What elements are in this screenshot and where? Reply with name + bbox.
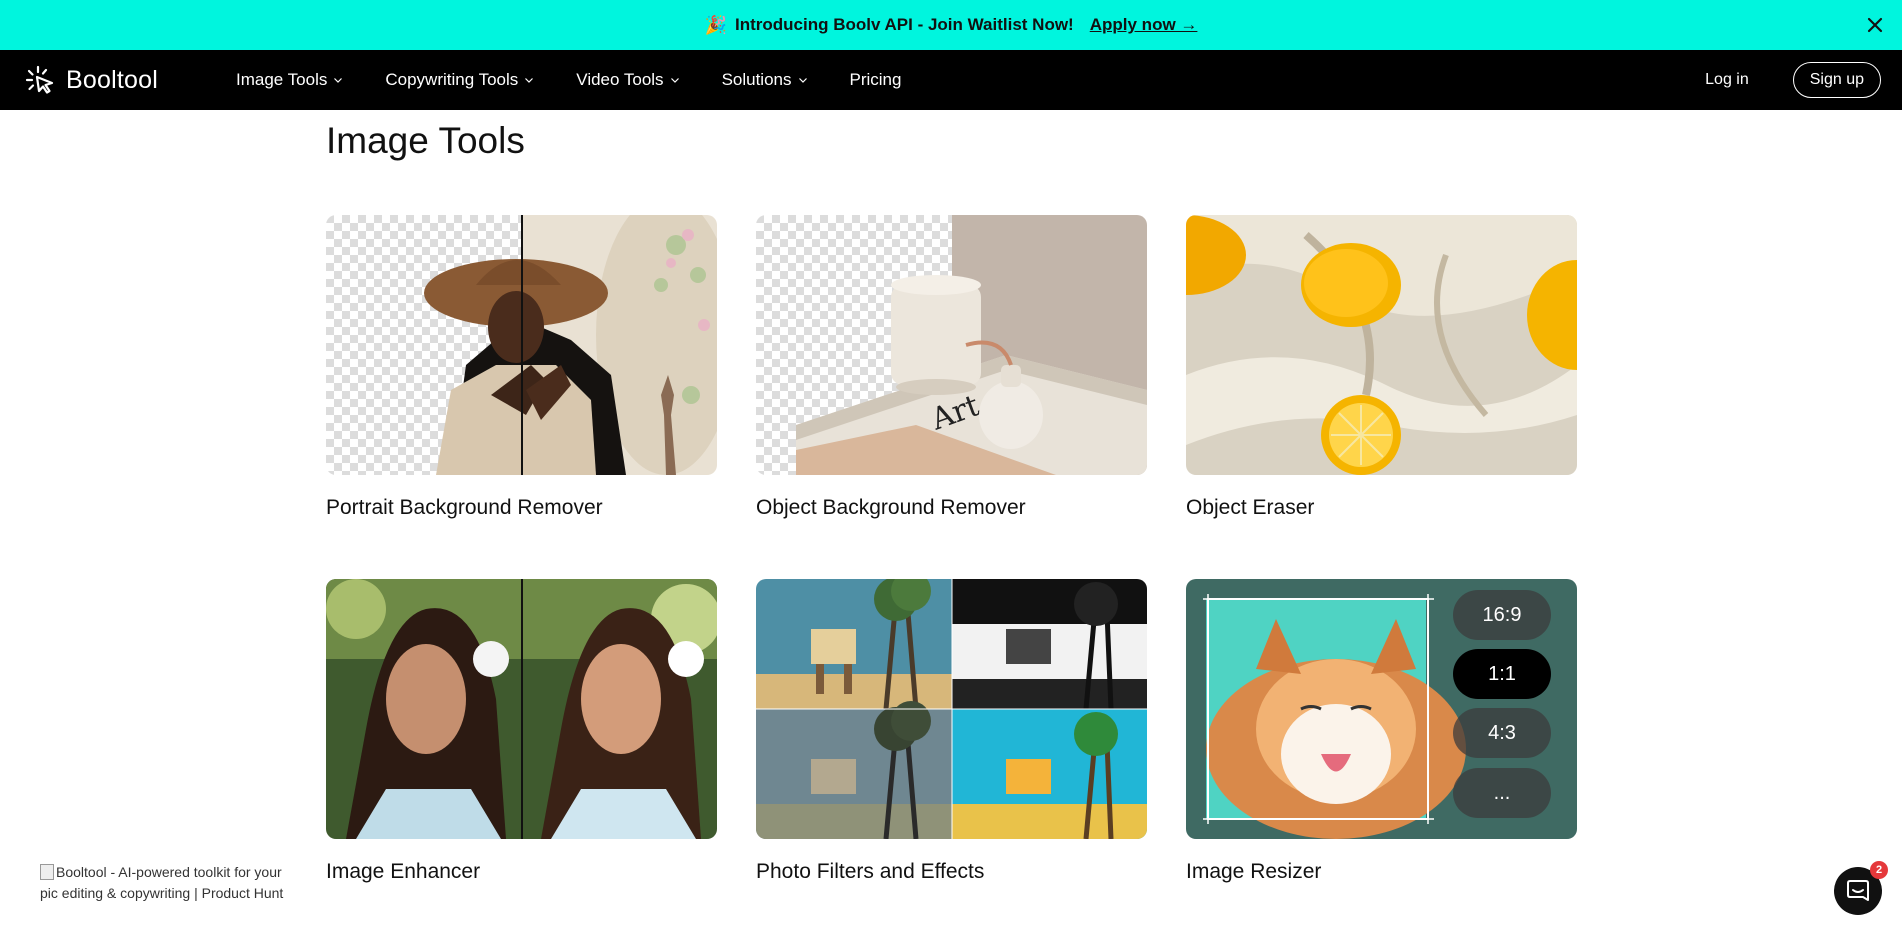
broken-image-icon <box>40 864 54 880</box>
close-icon[interactable] <box>1862 12 1888 38</box>
tool-card-object-eraser[interactable]: Object Eraser <box>1186 215 1577 520</box>
chevron-down-icon <box>525 78 534 83</box>
card-title: Object Eraser <box>1186 496 1315 519</box>
card-title: Object Background Remover <box>756 496 1026 519</box>
product-hunt-badge[interactable]: Booltool - AI-powered toolkit for your p… <box>40 862 300 904</box>
tool-card-portrait-bg-remover[interactable]: Portrait Background Remover <box>326 215 717 520</box>
portrait-bg-remover-image <box>326 215 717 475</box>
menu-image-tools[interactable]: Image Tools <box>236 70 343 90</box>
card-title: Portrait Background Remover <box>326 496 603 519</box>
notification-badge: 2 <box>1870 861 1888 879</box>
auth-actions: Log in Sign up <box>1705 62 1881 98</box>
chevron-down-icon <box>670 78 679 83</box>
brand-name: Booltool <box>66 65 158 94</box>
menu-label: Pricing <box>849 70 902 89</box>
menu-label: Image Tools <box>236 70 328 89</box>
object-eraser-image <box>1186 215 1577 475</box>
ratio-more-button[interactable]: ... <box>1453 768 1551 818</box>
menu-video-tools[interactable]: Video Tools <box>576 70 679 90</box>
chat-bubble-icon <box>1847 880 1869 901</box>
image-resizer-image: 16:9 1:1 4:3 ... <box>1186 579 1577 839</box>
top-nav: Booltool Image Tools Copywriting Tools V… <box>0 50 1902 110</box>
chat-launcher-button[interactable]: 2 <box>1834 861 1888 915</box>
brand-logo[interactable]: Booltool <box>24 64 236 96</box>
menu-copywriting-tools[interactable]: Copywriting Tools <box>385 70 534 90</box>
apply-now-link[interactable]: Apply now → <box>1090 15 1198 35</box>
card-title: Photo Filters and Effects <box>756 860 985 883</box>
card-title: Image Resizer <box>1186 860 1322 883</box>
announcement-banner: 🎉 Introducing Boolv API - Join Waitlist … <box>0 0 1902 50</box>
object-bg-remover-image: Art <box>756 215 1147 475</box>
chevron-down-icon <box>798 78 807 83</box>
tool-card-image-resizer[interactable]: 16:9 1:1 4:3 ... Image Resizer <box>1186 579 1577 884</box>
main-menu: Image Tools Copywriting Tools Video Tool… <box>236 70 943 90</box>
tool-card-object-bg-remover[interactable]: Art Object Background Remover <box>756 215 1147 520</box>
chevron-down-icon <box>334 78 343 83</box>
menu-pricing[interactable]: Pricing <box>850 70 902 90</box>
login-link[interactable]: Log in <box>1705 71 1749 89</box>
page-title: Image Tools <box>326 120 525 161</box>
tool-card-photo-filters[interactable]: Photo Filters and Effects <box>756 579 1147 884</box>
signup-button[interactable]: Sign up <box>1792 62 1881 98</box>
party-icon: 🎉 <box>704 14 727 35</box>
banner-text: Introducing Boolv API - Join Waitlist No… <box>735 15 1074 34</box>
product-hunt-alt-text: Booltool - AI-powered toolkit for your p… <box>40 864 284 901</box>
menu-label: Solutions <box>721 70 792 89</box>
card-title: Image Enhancer <box>326 860 481 883</box>
menu-solutions[interactable]: Solutions <box>722 70 808 90</box>
menu-label: Video Tools <box>576 70 664 89</box>
photo-filters-image <box>756 579 1147 839</box>
ratio-1-1-button[interactable]: 1:1 <box>1453 649 1551 699</box>
tool-card-image-enhancer[interactable]: Image Enhancer <box>326 579 717 884</box>
menu-label: Copywriting Tools <box>385 70 519 89</box>
image-enhancer-image <box>326 579 717 839</box>
ratio-4-3-button[interactable]: 4:3 <box>1453 708 1551 758</box>
ratio-16-9-button[interactable]: 16:9 <box>1453 590 1551 640</box>
cursor-sparkle-icon <box>25 65 54 94</box>
